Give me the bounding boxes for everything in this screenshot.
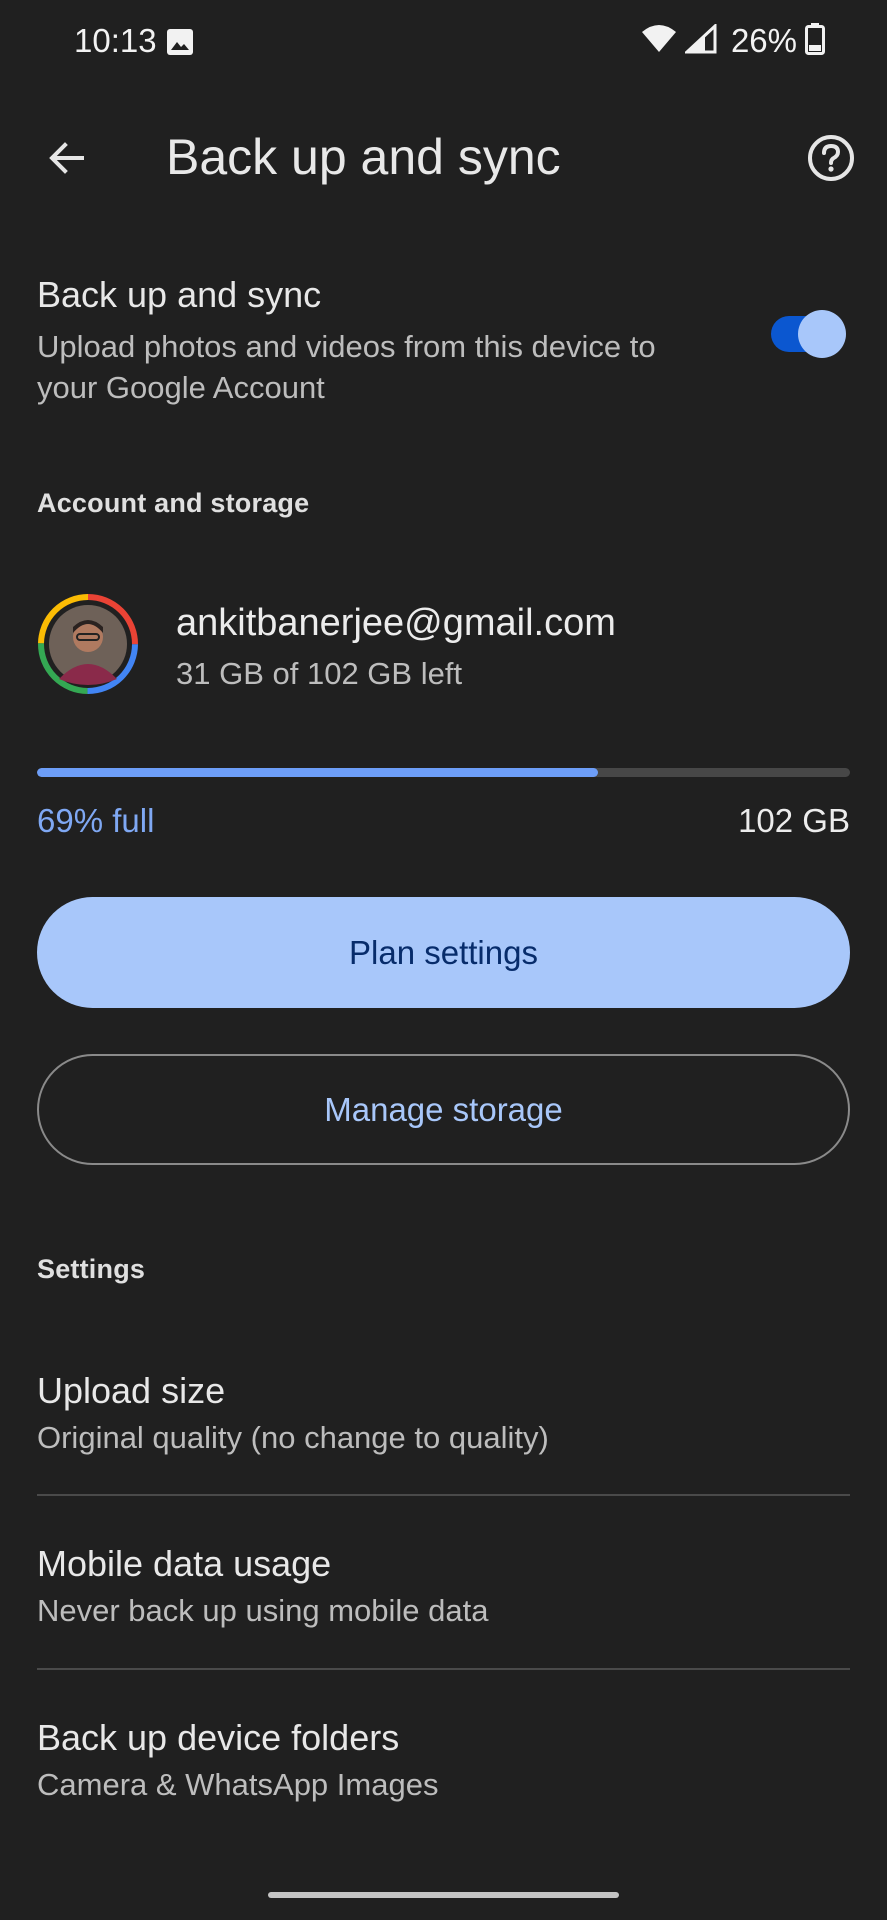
setting-title: Upload size bbox=[37, 1370, 226, 1411]
battery-icon bbox=[805, 22, 825, 60]
backup-sync-toggle[interactable] bbox=[771, 310, 846, 358]
account-storage-left: 31 GB of 102 GB left bbox=[176, 656, 463, 691]
help-icon bbox=[807, 134, 855, 187]
storage-total-label: 102 GB bbox=[738, 802, 850, 839]
image-icon bbox=[166, 28, 194, 56]
setting-title: Mobile data usage bbox=[37, 1543, 332, 1584]
backup-sync-title: Back up and sync bbox=[37, 274, 322, 315]
avatar bbox=[37, 593, 139, 695]
backup-sync-row[interactable]: Back up and sync Upload photos and video… bbox=[37, 270, 850, 410]
settings-section-header: Settings bbox=[37, 1254, 146, 1284]
manage-storage-button[interactable]: Manage storage bbox=[37, 1054, 850, 1165]
plan-settings-button[interactable]: Plan settings bbox=[37, 897, 850, 1008]
setting-upload-size[interactable]: Upload size Original quality (no change … bbox=[37, 1370, 850, 1490]
account-row[interactable]: ankitbanerjee@gmail.com 31 GB of 102 GB … bbox=[37, 590, 850, 700]
divider bbox=[37, 1668, 850, 1670]
account-section-header: Account and storage bbox=[37, 488, 310, 518]
toggle-knob bbox=[798, 310, 846, 358]
status-right: 26% bbox=[641, 22, 825, 60]
back-button[interactable] bbox=[36, 130, 96, 190]
storage-percent-label: 69% full bbox=[37, 802, 155, 839]
divider bbox=[37, 1494, 850, 1496]
backup-sync-description: Upload photos and videos from this devic… bbox=[37, 329, 656, 405]
storage-progress-fill bbox=[37, 768, 598, 777]
setting-subtitle: Original quality (no change to quality) bbox=[37, 1420, 549, 1455]
setting-mobile-data-usage[interactable]: Mobile data usage Never back up using mo… bbox=[37, 1543, 850, 1663]
storage-progress-bar bbox=[37, 768, 850, 777]
battery-percent: 26% bbox=[730, 22, 797, 59]
app-bar: Back up and sync bbox=[0, 110, 887, 210]
help-button[interactable] bbox=[801, 130, 861, 190]
setting-subtitle: Camera & WhatsApp Images bbox=[37, 1767, 439, 1802]
signal-icon bbox=[683, 22, 717, 59]
arrow-back-icon bbox=[46, 138, 86, 183]
status-time: 10:13 bbox=[74, 22, 157, 59]
account-email: ankitbanerjee@gmail.com bbox=[176, 602, 616, 644]
setting-title: Back up device folders bbox=[37, 1717, 400, 1758]
wifi-icon bbox=[641, 24, 677, 59]
setting-subtitle: Never back up using mobile data bbox=[37, 1593, 489, 1628]
status-bar: 10:13 26% bbox=[0, 0, 887, 84]
setting-back-up-device-folders[interactable]: Back up device folders Camera & WhatsApp… bbox=[37, 1717, 850, 1837]
home-indicator[interactable] bbox=[268, 1892, 619, 1898]
page-title: Back up and sync bbox=[166, 129, 561, 185]
screen: 10:13 26% Back up and sync Back up and s… bbox=[0, 0, 887, 1920]
